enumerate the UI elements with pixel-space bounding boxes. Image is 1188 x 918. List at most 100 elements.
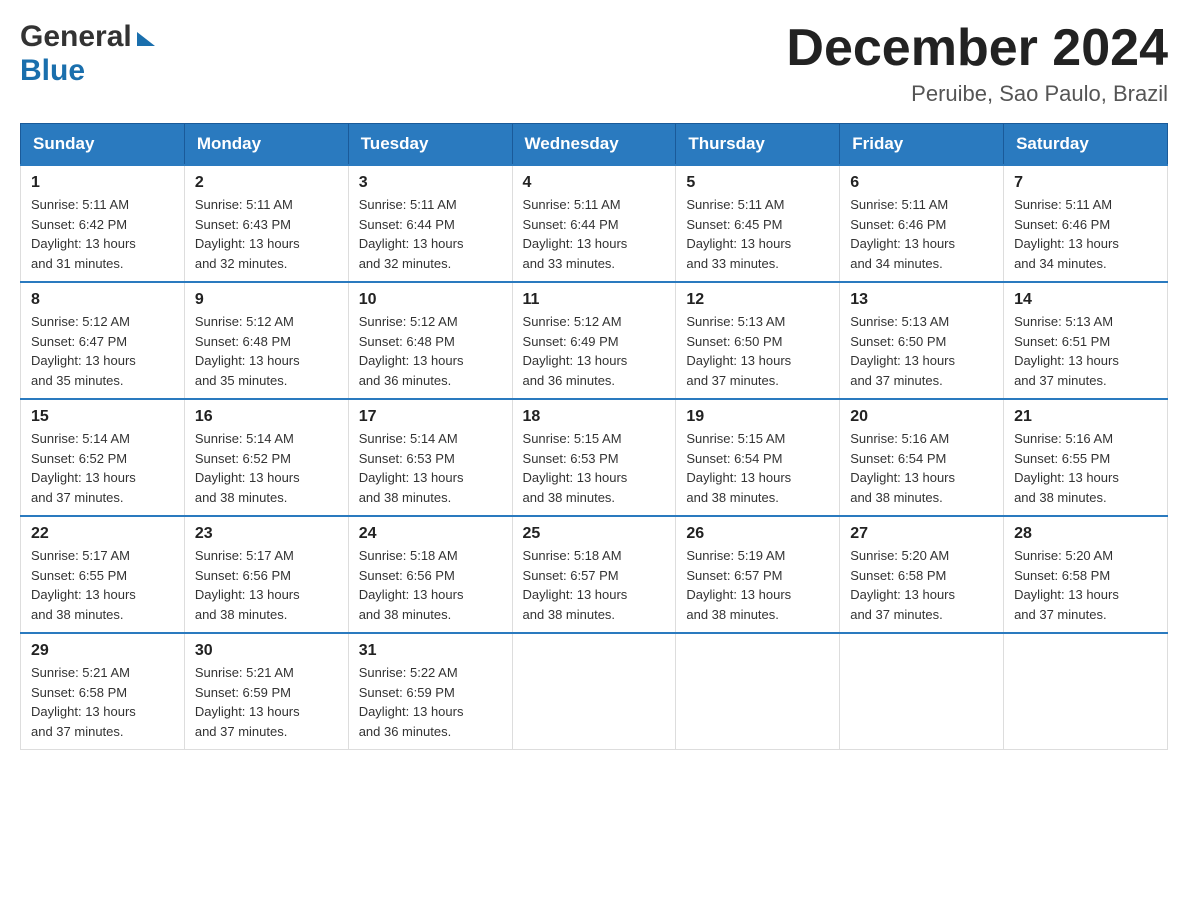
calendar-day-19: 19 Sunrise: 5:15 AM Sunset: 6:54 PM Dayli…	[676, 399, 840, 516]
title-area: December 2024 Peruibe, Sao Paulo, Brazil	[786, 20, 1168, 107]
day-info: Sunrise: 5:12 AM Sunset: 6:47 PM Dayligh…	[31, 314, 136, 388]
day-number: 28	[1014, 525, 1157, 543]
day-info: Sunrise: 5:11 AM Sunset: 6:44 PM Dayligh…	[359, 197, 464, 271]
day-number: 5	[686, 174, 829, 192]
day-number: 9	[195, 291, 338, 309]
calendar-day-9: 9Sunrise: 5:12 AM Sunset: 6:48 PM Daylig…	[184, 282, 348, 399]
calendar-day-7: 7 Sunrise: 5:11 AM Sunset: 6:46 PM Daylig…	[1004, 165, 1168, 282]
calendar-day-24: 24 Sunrise: 5:18 AM Sunset: 6:56 PM Dayli…	[348, 516, 512, 633]
calendar-day-21: 21Sunrise: 5:16 AM Sunset: 6:55 PM Dayli…	[1004, 399, 1168, 516]
calendar-day-5: 5 Sunrise: 5:11 AM Sunset: 6:45 PM Daylig…	[676, 165, 840, 282]
day-number: 26	[686, 525, 829, 543]
day-number: 8	[31, 291, 174, 309]
day-number: 27	[850, 525, 993, 543]
day-info: Sunrise: 5:16 AM Sunset: 6:54 PM Dayligh…	[850, 431, 955, 505]
day-number: 19	[686, 408, 829, 426]
header-friday: Friday	[840, 124, 1004, 166]
calendar-week-3: 15 Sunrise: 5:14 AM Sunset: 6:52 PM Dayli…	[21, 399, 1168, 516]
calendar-empty-cell	[840, 633, 1004, 750]
calendar-day-23: 23Sunrise: 5:17 AM Sunset: 6:56 PM Dayli…	[184, 516, 348, 633]
logo-general: General	[20, 20, 132, 54]
calendar-day-18: 18 Sunrise: 5:15 AM Sunset: 6:53 PM Dayli…	[512, 399, 676, 516]
calendar-day-12: 12 Sunrise: 5:13 AM Sunset: 6:50 PM Dayli…	[676, 282, 840, 399]
day-info: Sunrise: 5:20 AM Sunset: 6:58 PM Dayligh…	[1014, 548, 1119, 622]
day-number: 6	[850, 174, 993, 192]
day-number: 15	[31, 408, 174, 426]
day-info: Sunrise: 5:11 AM Sunset: 6:44 PM Dayligh…	[523, 197, 628, 271]
day-number: 25	[523, 525, 666, 543]
calendar-day-11: 11Sunrise: 5:12 AM Sunset: 6:49 PM Dayli…	[512, 282, 676, 399]
header-sunday: Sunday	[21, 124, 185, 166]
day-info: Sunrise: 5:18 AM Sunset: 6:57 PM Dayligh…	[523, 548, 628, 622]
calendar-day-27: 27 Sunrise: 5:20 AM Sunset: 6:58 PM Dayli…	[840, 516, 1004, 633]
day-number: 2	[195, 174, 338, 192]
day-number: 31	[359, 642, 502, 660]
calendar-day-14: 14Sunrise: 5:13 AM Sunset: 6:51 PM Dayli…	[1004, 282, 1168, 399]
day-number: 30	[195, 642, 338, 660]
day-number: 4	[523, 174, 666, 192]
day-number: 23	[195, 525, 338, 543]
calendar-day-26: 26Sunrise: 5:19 AM Sunset: 6:57 PM Dayli…	[676, 516, 840, 633]
day-number: 17	[359, 408, 502, 426]
calendar-header-row: SundayMondayTuesdayWednesdayThursdayFrid…	[21, 124, 1168, 166]
day-info: Sunrise: 5:12 AM Sunset: 6:48 PM Dayligh…	[359, 314, 464, 388]
day-info: Sunrise: 5:20 AM Sunset: 6:58 PM Dayligh…	[850, 548, 955, 622]
header-monday: Monday	[184, 124, 348, 166]
day-info: Sunrise: 5:16 AM Sunset: 6:55 PM Dayligh…	[1014, 431, 1119, 505]
day-number: 13	[850, 291, 993, 309]
day-number: 18	[523, 408, 666, 426]
calendar-day-31: 31 Sunrise: 5:22 AM Sunset: 6:59 PM Dayli…	[348, 633, 512, 750]
day-info: Sunrise: 5:14 AM Sunset: 6:52 PM Dayligh…	[195, 431, 300, 505]
day-number: 14	[1014, 291, 1157, 309]
calendar-day-17: 17 Sunrise: 5:14 AM Sunset: 6:53 PM Dayli…	[348, 399, 512, 516]
calendar-empty-cell	[676, 633, 840, 750]
calendar-week-4: 22Sunrise: 5:17 AM Sunset: 6:55 PM Dayli…	[21, 516, 1168, 633]
day-info: Sunrise: 5:11 AM Sunset: 6:43 PM Dayligh…	[195, 197, 300, 271]
calendar-empty-cell	[1004, 633, 1168, 750]
calendar-day-28: 28 Sunrise: 5:20 AM Sunset: 6:58 PM Dayli…	[1004, 516, 1168, 633]
day-info: Sunrise: 5:13 AM Sunset: 6:50 PM Dayligh…	[686, 314, 791, 388]
calendar-day-2: 2 Sunrise: 5:11 AM Sunset: 6:43 PM Daylig…	[184, 165, 348, 282]
calendar-day-15: 15Sunrise: 5:14 AM Sunset: 6:52 PM Dayli…	[21, 399, 185, 516]
day-number: 7	[1014, 174, 1157, 192]
header-wednesday: Wednesday	[512, 124, 676, 166]
day-number: 11	[523, 291, 666, 309]
calendar-day-25: 25 Sunrise: 5:18 AM Sunset: 6:57 PM Dayli…	[512, 516, 676, 633]
calendar-week-5: 29 Sunrise: 5:21 AM Sunset: 6:58 PM Dayli…	[21, 633, 1168, 750]
day-number: 3	[359, 174, 502, 192]
calendar-week-2: 8 Sunrise: 5:12 AM Sunset: 6:47 PM Daylig…	[21, 282, 1168, 399]
calendar-day-13: 13Sunrise: 5:13 AM Sunset: 6:50 PM Dayli…	[840, 282, 1004, 399]
calendar-day-1: 1Sunrise: 5:11 AM Sunset: 6:42 PM Daylig…	[21, 165, 185, 282]
header-tuesday: Tuesday	[348, 124, 512, 166]
day-number: 29	[31, 642, 174, 660]
month-title: December 2024	[786, 20, 1168, 77]
calendar-day-10: 10 Sunrise: 5:12 AM Sunset: 6:48 PM Dayli…	[348, 282, 512, 399]
calendar-day-6: 6Sunrise: 5:11 AM Sunset: 6:46 PM Daylig…	[840, 165, 1004, 282]
day-info: Sunrise: 5:15 AM Sunset: 6:54 PM Dayligh…	[686, 431, 791, 505]
day-info: Sunrise: 5:14 AM Sunset: 6:53 PM Dayligh…	[359, 431, 464, 505]
day-number: 20	[850, 408, 993, 426]
calendar-day-4: 4 Sunrise: 5:11 AM Sunset: 6:44 PM Daylig…	[512, 165, 676, 282]
calendar-day-3: 3 Sunrise: 5:11 AM Sunset: 6:44 PM Daylig…	[348, 165, 512, 282]
logo-blue: Blue	[20, 54, 155, 88]
calendar-day-30: 30Sunrise: 5:21 AM Sunset: 6:59 PM Dayli…	[184, 633, 348, 750]
page-header: General Blue December 2024 Peruibe, Sao …	[20, 20, 1168, 107]
calendar-day-20: 20 Sunrise: 5:16 AM Sunset: 6:54 PM Dayli…	[840, 399, 1004, 516]
logo-arrow-icon	[137, 32, 155, 46]
logo: General Blue	[20, 20, 155, 88]
location-title: Peruibe, Sao Paulo, Brazil	[786, 81, 1168, 107]
day-number: 24	[359, 525, 502, 543]
calendar-day-29: 29 Sunrise: 5:21 AM Sunset: 6:58 PM Dayli…	[21, 633, 185, 750]
day-number: 1	[31, 174, 174, 192]
day-info: Sunrise: 5:15 AM Sunset: 6:53 PM Dayligh…	[523, 431, 628, 505]
day-info: Sunrise: 5:11 AM Sunset: 6:46 PM Dayligh…	[1014, 197, 1119, 271]
day-number: 10	[359, 291, 502, 309]
day-info: Sunrise: 5:11 AM Sunset: 6:45 PM Dayligh…	[686, 197, 791, 271]
header-saturday: Saturday	[1004, 124, 1168, 166]
calendar-week-1: 1Sunrise: 5:11 AM Sunset: 6:42 PM Daylig…	[21, 165, 1168, 282]
day-number: 16	[195, 408, 338, 426]
day-info: Sunrise: 5:22 AM Sunset: 6:59 PM Dayligh…	[359, 665, 464, 739]
day-number: 12	[686, 291, 829, 309]
day-info: Sunrise: 5:18 AM Sunset: 6:56 PM Dayligh…	[359, 548, 464, 622]
day-info: Sunrise: 5:21 AM Sunset: 6:58 PM Dayligh…	[31, 665, 136, 739]
